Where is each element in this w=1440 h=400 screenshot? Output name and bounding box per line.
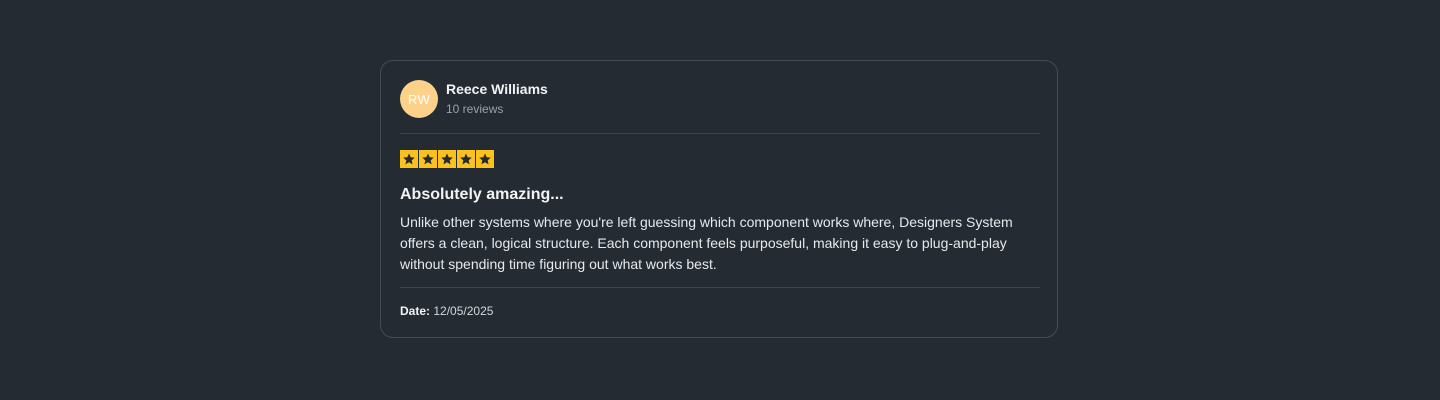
divider: [400, 133, 1040, 134]
review-date: Date: 12/05/2025: [400, 304, 493, 319]
star-icon: [476, 150, 494, 168]
avatar: RW: [400, 80, 438, 118]
date-value: 12/05/2025: [433, 304, 494, 318]
review-count: 10 reviews: [446, 102, 504, 116]
star-rating: [400, 150, 494, 168]
divider: [400, 287, 1040, 288]
date-label: Date:: [400, 304, 431, 318]
star-icon: [457, 150, 475, 168]
reviewer-header: RW Reece Williams 10 reviews: [400, 80, 548, 118]
reviewer-meta: Reece Williams 10 reviews: [446, 81, 548, 117]
reviewer-name: Reece Williams: [446, 81, 548, 97]
star-icon: [400, 150, 418, 168]
star-icon: [419, 150, 437, 168]
star-icon: [438, 150, 456, 168]
avatar-initials: RW: [407, 91, 431, 107]
review-body: Unlike other systems where you're left g…: [400, 214, 1013, 272]
review-card: RW Reece Williams 10 reviews Absolutely …: [380, 60, 1058, 338]
review-title: Absolutely amazing...: [400, 186, 564, 203]
